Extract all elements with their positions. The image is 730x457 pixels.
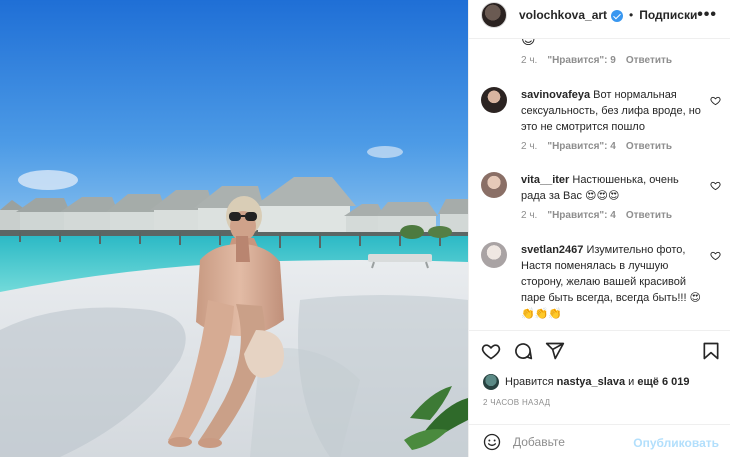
comment-meta: 2 ч. "Нравится": 4 Ответить: [521, 210, 672, 221]
comment-reply-button[interactable]: Ответить: [626, 55, 672, 66]
verified-badge-icon: [611, 10, 624, 22]
like-comment-heart-icon[interactable]: [710, 180, 721, 191]
like-comment-heart-icon[interactable]: [710, 250, 721, 261]
comment-text: savinovafeya Вот нормальная сексуальност…: [521, 87, 703, 135]
post-action-bar: [469, 338, 730, 366]
comment-text: vita__iter Настюшенька, очень рада за Ва…: [521, 172, 703, 204]
emoji-smile-icon[interactable]: [483, 433, 501, 451]
add-comment-divider: [469, 424, 730, 425]
comment-likes-link[interactable]: "Нравится": 4: [547, 141, 616, 152]
likes-prefix: Нравится: [505, 376, 554, 388]
likes-count-link[interactable]: ещё 6 019: [637, 376, 689, 388]
comment-likes-link[interactable]: "Нравится": 4: [547, 210, 616, 221]
author-avatar[interactable]: [481, 2, 507, 28]
author-username[interactable]: volochkova_art: [519, 8, 607, 22]
commenter-username[interactable]: svetlan2467: [521, 244, 583, 256]
following-button[interactable]: Подписки: [639, 8, 697, 22]
header-separator: •: [629, 8, 634, 22]
comment-bubble-icon[interactable]: [513, 341, 533, 361]
commenter-username[interactable]: savinovafeya: [521, 89, 590, 101]
previous-comment-emoji: 😊: [521, 39, 536, 47]
like-comment-heart-icon[interactable]: [710, 95, 721, 106]
liker-avatar[interactable]: [483, 374, 499, 390]
likes-middle: и: [628, 376, 635, 388]
comment-time: 2 ч.: [521, 210, 538, 221]
commenter-avatar[interactable]: [481, 242, 507, 268]
comment-time: 2 ч.: [521, 55, 538, 66]
post-sidebar: volochkova_art • Подписки ••• 😊 2 ч. "Нр…: [468, 0, 730, 457]
comment-reply-button[interactable]: Ответить: [626, 210, 672, 221]
post-header: volochkova_art • Подписки •••: [469, 0, 730, 30]
more-options-icon[interactable]: •••: [697, 6, 717, 24]
commenter-avatar[interactable]: [481, 87, 507, 113]
add-comment-bar: Опубликовать: [469, 428, 730, 457]
comment-likes-link[interactable]: "Нравится": 9: [547, 55, 616, 66]
share-direct-icon[interactable]: [545, 341, 565, 361]
comments-divider: [469, 330, 730, 331]
comment-meta: 2 ч. "Нравится": 4 Ответить: [521, 141, 672, 152]
comment-input[interactable]: [513, 432, 653, 452]
publish-button[interactable]: Опубликовать: [633, 436, 719, 450]
comment-meta: 2 ч. "Нравится": 9 Ответить: [521, 55, 672, 66]
liker-username[interactable]: nastya_slava: [557, 376, 626, 388]
commenter-username[interactable]: vita__iter: [521, 174, 569, 186]
comment-time: 2 ч.: [521, 141, 538, 152]
save-bookmark-icon[interactable]: [701, 341, 721, 361]
post-photo[interactable]: [0, 0, 468, 457]
comment-text: svetlan2467 Изумительно фото, Настя поме…: [521, 242, 703, 322]
post-timestamp[interactable]: 2 ЧАСОВ НАЗАД: [483, 398, 550, 407]
likes-summary: Нравится nastya_slava и ещё 6 019: [483, 374, 690, 390]
comment-reply-button[interactable]: Ответить: [626, 141, 672, 152]
comments-list[interactable]: 😊 2 ч. "Нравится": 9 Ответить savinovafe…: [469, 39, 730, 329]
like-heart-icon[interactable]: [481, 341, 501, 361]
beach-photo-image: [0, 0, 468, 457]
commenter-avatar[interactable]: [481, 172, 507, 198]
